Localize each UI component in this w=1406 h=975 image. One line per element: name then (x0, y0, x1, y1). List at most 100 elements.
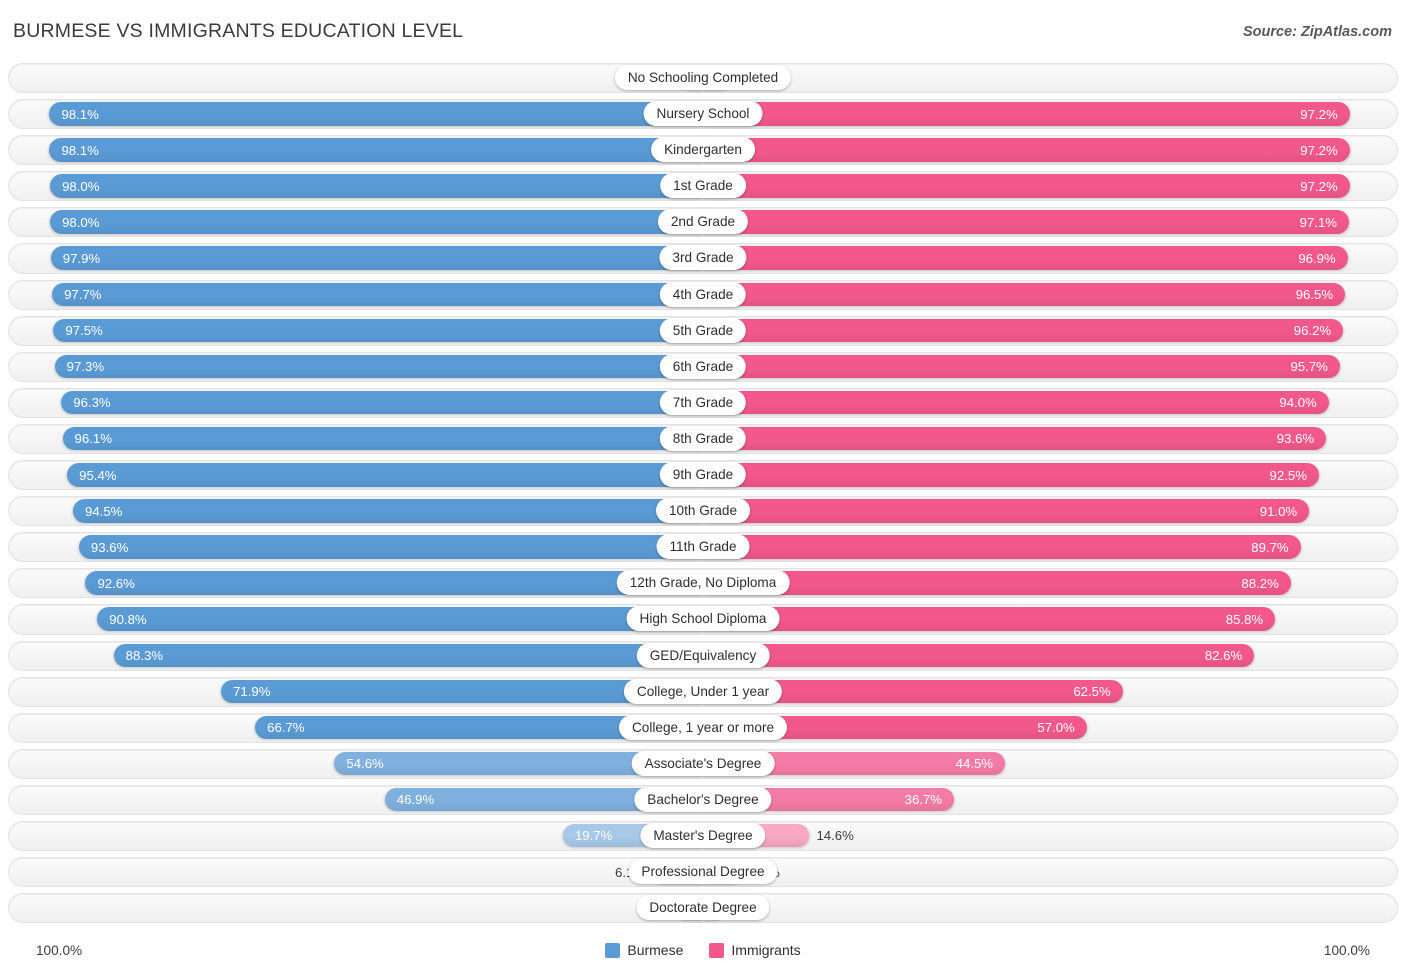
bar-value-burmese: 94.5% (85, 503, 123, 519)
chart-row: 97.7% 96.5% 4th Grade (0, 276, 1406, 313)
bar-value-immigrants: 97.2% (1300, 106, 1338, 122)
chart-header: BURMESE VS IMMIGRANTS EDUCATION LEVEL So… (0, 0, 1406, 58)
chart-row: 98.1% 97.2% Kindergarten (0, 132, 1406, 168)
bar-value-immigrants: 89.7% (1251, 539, 1289, 555)
category-label: Doctorate Degree (636, 895, 770, 921)
bar-immigrants (703, 499, 1310, 523)
bar-value-immigrants: 82.6% (1204, 648, 1243, 663)
category-label: 11th Grade (656, 534, 750, 560)
category-label: 2nd Grade (657, 209, 749, 235)
category-label: Professional Degree (628, 859, 778, 885)
category-label: 5th Grade (659, 317, 747, 343)
bar-value-burmese: 97.9% (62, 250, 101, 266)
chart-row: 97.9% 96.9% 3rd Grade (0, 240, 1406, 276)
bar-value-immigrants: 85.8% (1225, 611, 1264, 627)
legend-item-burmese[interactable]: Burmese (605, 942, 683, 958)
chart-row: 2.6%1.8%Doctorate Degree (0, 890, 1406, 926)
bar-value-immigrants: 14.6% (816, 828, 854, 844)
bar-value-immigrants: 91.0% (1259, 503, 1298, 519)
bar-value-immigrants: 97.1% (1299, 214, 1338, 230)
bar-immigrants (703, 535, 1301, 559)
bar-value-burmese: 97.5% (65, 323, 103, 339)
bar-burmese (49, 138, 703, 162)
chart-row: 97.3% 95.7% 6th Grade (0, 348, 1406, 385)
chart-row: 66.7% 57.0% College, 1 year or more (0, 709, 1406, 746)
bar-value-burmese: 88.3% (125, 648, 164, 663)
bar-value-immigrants: 93.6% (1276, 431, 1315, 447)
bar-burmese (85, 571, 703, 595)
bar-immigrants (703, 354, 1340, 379)
category-label: 1st Grade (660, 173, 746, 199)
chart-row: 54.6% 44.5% Associate's Degree (0, 745, 1406, 782)
bar-burmese (53, 318, 703, 343)
category-label: 10th Grade (655, 498, 751, 524)
bar-immigrants (703, 246, 1348, 270)
bar-value-burmese: 98.0% (62, 178, 100, 194)
bar-burmese (61, 390, 703, 415)
bar-value-immigrants: 88.2% (1241, 575, 1279, 591)
chart-row: 97.5% 96.2% 5th Grade (0, 312, 1406, 349)
category-label: High School Diploma (626, 606, 780, 632)
bar-value-immigrants: 97.2% (1300, 142, 1338, 158)
bar-burmese (50, 210, 703, 234)
category-label: College, Under 1 year (623, 678, 783, 704)
bar-burmese (78, 535, 703, 559)
bar-value-immigrants: 94.0% (1279, 395, 1317, 411)
bar-value-immigrants: 96.9% (1298, 250, 1336, 266)
category-label: 8th Grade (659, 425, 747, 451)
bar-immigrants (703, 390, 1329, 415)
category-label: College, 1 year or more (618, 714, 788, 740)
bar-burmese (52, 282, 703, 307)
chart-row: 95.4% 92.5% 9th Grade (0, 457, 1406, 493)
chart-row: 93.6% 89.7% 11th Grade (0, 529, 1406, 565)
chart-row: 90.8% 85.8% High School Diploma (0, 601, 1406, 637)
bar-burmese (50, 174, 703, 198)
bar-value-burmese: 19.7% (574, 828, 613, 844)
bar-value-immigrants: 57.0% (1037, 720, 1075, 736)
category-label: 4th Grade (659, 281, 747, 307)
category-label: 3rd Grade (659, 245, 747, 271)
bar-burmese (73, 499, 703, 523)
bar-value-burmese: 97.3% (66, 359, 105, 375)
bar-burmese (67, 463, 703, 487)
chart-footer: 100.0% Burmese Immigrants 100.0% (0, 938, 1406, 975)
bar-value-immigrants: 92.5% (1269, 467, 1307, 483)
category-label: Nursery School (643, 101, 763, 127)
bar-burmese (113, 643, 703, 667)
chart-row: 96.1% 93.6% 8th Grade (0, 420, 1406, 457)
bar-value-immigrants: 95.7% (1290, 359, 1328, 375)
bar-burmese (62, 426, 703, 451)
bar-value-burmese: 97.7% (64, 287, 102, 303)
category-label: 6th Grade (659, 353, 747, 379)
bar-immigrants (703, 318, 1344, 343)
legend-swatch-icon (709, 942, 725, 958)
chart-row: 92.6% 88.2% 12th Grade, No Diploma (0, 565, 1406, 601)
diverging-bar-chart: 1.9%2.8%No Schooling Completed 98.1% 97.2%… (0, 60, 1406, 938)
bar-value-immigrants: 97.2% (1300, 178, 1338, 194)
legend-item-immigrants[interactable]: Immigrants (709, 942, 801, 958)
bar-value-burmese: 71.9% (233, 684, 271, 700)
bar-immigrants (703, 426, 1327, 451)
bar-value-burmese: 98.1% (61, 142, 99, 158)
chart-row: 88.3% 82.6% GED/Equivalency (0, 637, 1406, 674)
bar-value-burmese: 90.8% (109, 611, 147, 627)
bar-immigrants (703, 571, 1291, 595)
chart-row: 6.1%4.4%Professional Degree (0, 854, 1406, 890)
chart-row: 98.1% 97.2% Nursery School (0, 96, 1406, 132)
chart-row: 96.3% 94.0% 7th Grade (0, 384, 1406, 421)
legend-swatch-icon (605, 942, 621, 958)
bar-value-burmese: 46.9% (396, 792, 435, 808)
category-label: 12th Grade, No Diploma (616, 570, 790, 596)
category-label: 9th Grade (659, 462, 747, 488)
bar-value-burmese: 93.6% (90, 539, 129, 555)
category-label: 7th Grade (659, 389, 747, 415)
bar-value-burmese: 96.3% (73, 395, 111, 411)
chart-row: 1.9%2.8%No Schooling Completed (0, 60, 1406, 96)
category-label: Master's Degree (640, 822, 766, 848)
bar-value-immigrants: 96.5% (1295, 287, 1334, 303)
chart-row: 98.0% 97.1% 2nd Grade (0, 204, 1406, 240)
bar-value-immigrants: 44.5% (955, 756, 994, 772)
bar-burmese (50, 246, 703, 270)
bar-immigrants (703, 643, 1255, 667)
bar-value-burmese: 96.1% (74, 431, 112, 447)
